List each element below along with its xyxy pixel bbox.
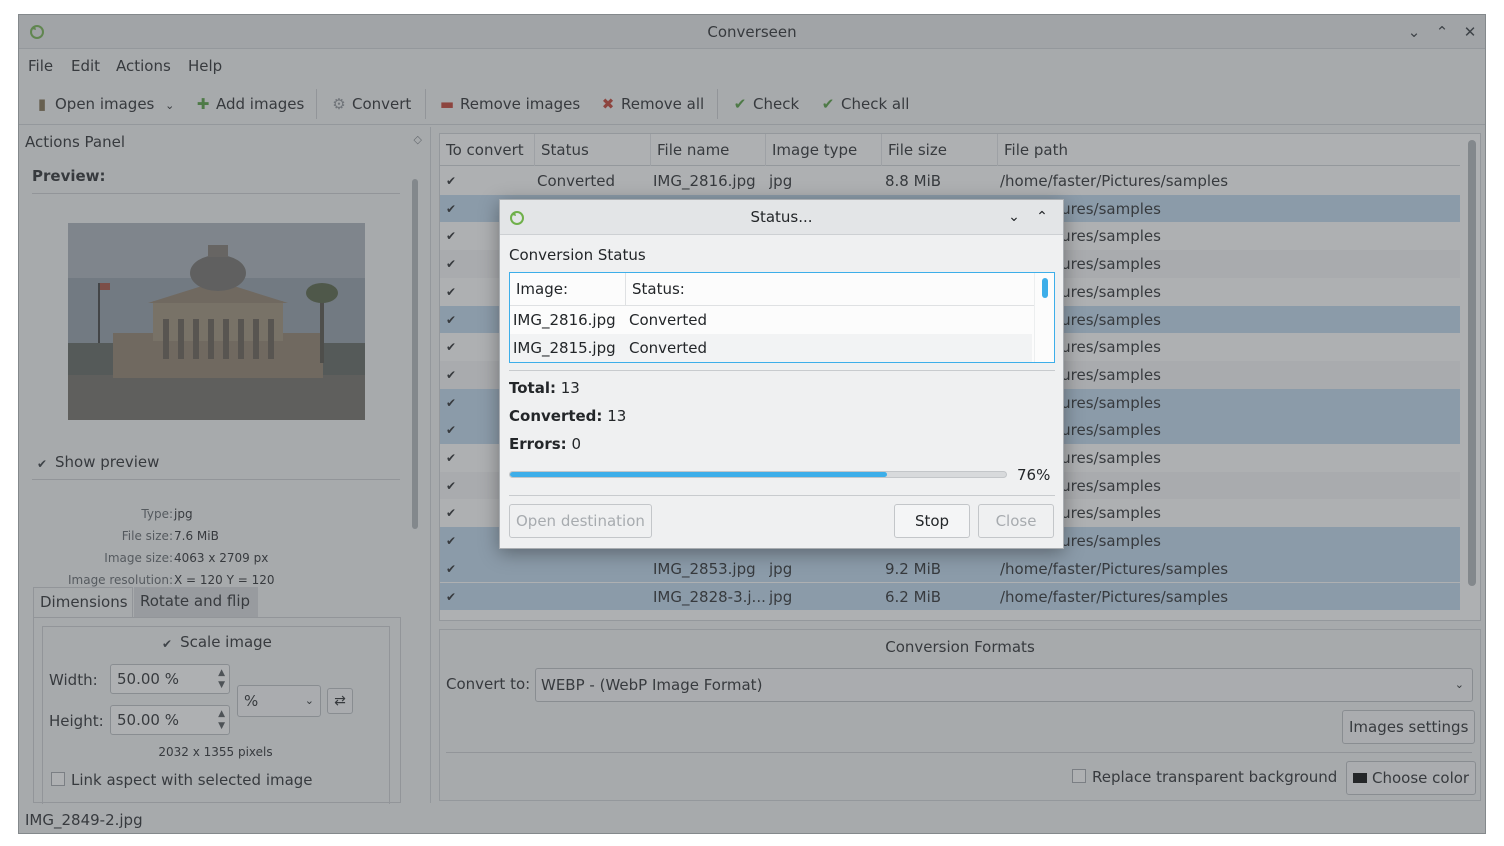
conversion-status-label: Conversion Status (509, 246, 646, 264)
minimize-icon[interactable]: ⌄ (1004, 207, 1024, 227)
column-status[interactable]: Status: (626, 273, 1034, 306)
total-stat: Total: 13 (509, 379, 580, 397)
stop-button[interactable]: Stop (894, 504, 970, 538)
list-item[interactable]: IMG_2815.jpg Converted (510, 334, 1032, 362)
open-destination-button[interactable]: Open destination (509, 504, 652, 538)
list-scrollbar[interactable] (1042, 278, 1048, 298)
close-button[interactable]: Close (978, 504, 1054, 538)
dialog-title: Status... (750, 208, 813, 226)
conversion-progress-bar (509, 471, 1007, 478)
dialog-title-bar: Status... ⌄ ⌃ (500, 200, 1063, 235)
errors-value: 0 (571, 435, 581, 453)
total-value: 13 (560, 379, 580, 397)
errors-label: Errors: (509, 435, 567, 453)
status-dialog: Status... ⌄ ⌃ Conversion Status Image: S… (499, 199, 1064, 549)
conversion-status-list: Image: Status: IMG_2816.jpg Converted IM… (509, 272, 1055, 363)
list-item[interactable]: IMG_2816.jpg Converted (510, 306, 1032, 334)
list-item-image: IMG_2816.jpg (513, 311, 616, 329)
converted-value: 13 (607, 407, 627, 425)
progress-fill (510, 472, 887, 477)
errors-stat: Errors: 0 (509, 435, 581, 453)
divider (509, 370, 1055, 371)
total-label: Total: (509, 379, 556, 397)
column-image[interactable]: Image: (510, 273, 626, 306)
maximize-icon[interactable]: ⌃ (1032, 207, 1052, 227)
converted-stat: Converted: 13 (509, 407, 626, 425)
converted-label: Converted: (509, 407, 603, 425)
list-item-status: Converted (629, 339, 708, 357)
list-item-status: Converted (629, 311, 708, 329)
progress-percent: 76% (1017, 466, 1051, 484)
list-item-image: IMG_2815.jpg (513, 339, 616, 357)
divider (509, 495, 1055, 496)
